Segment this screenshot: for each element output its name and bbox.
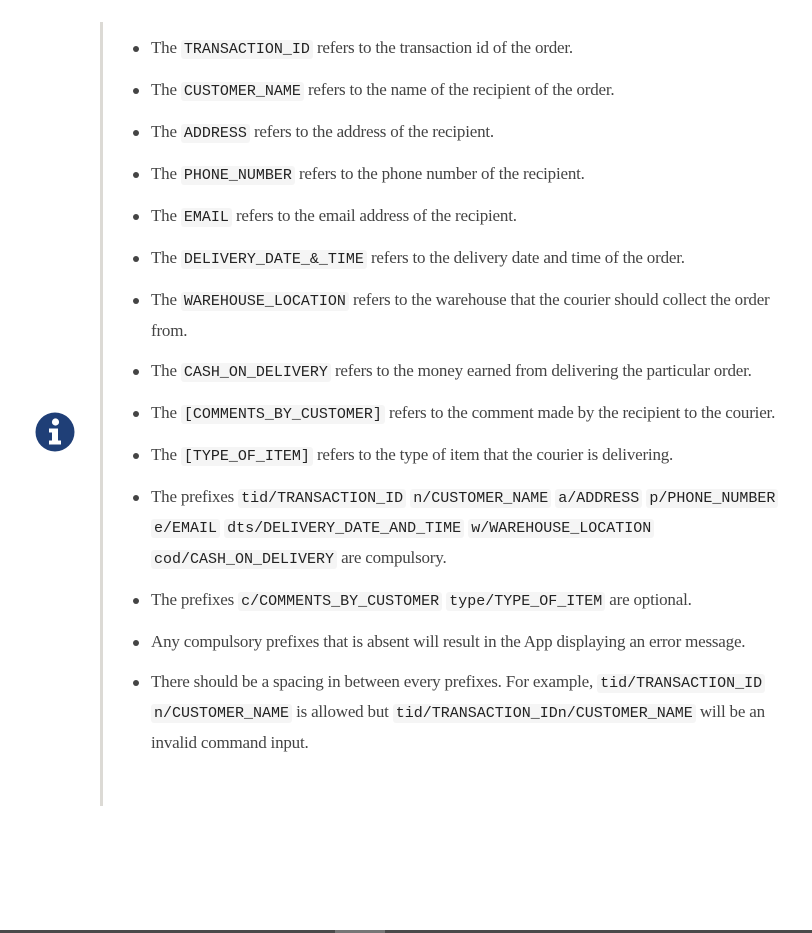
- list-item-text: There should be a spacing in between eve…: [151, 671, 598, 691]
- list-item-text: is allowed but: [292, 702, 393, 721]
- inline-code: TRANSACTION_ID: [180, 40, 313, 59]
- info-circle-icon: [35, 412, 75, 452]
- list-item-text: The: [151, 206, 181, 225]
- info-admonition: The TRANSACTION_ID refers to the transac…: [0, 22, 812, 806]
- inline-code: dts/DELIVERY_DATE_AND_TIME: [224, 519, 465, 538]
- list-item-text: refers to the name of the recipient of t…: [303, 80, 615, 99]
- list-item-text: refers to the transaction id of the orde…: [312, 38, 573, 57]
- list-item: The [TYPE_OF_ITEM] refers to the type of…: [133, 441, 803, 472]
- list-item-text: The prefixes: [151, 589, 239, 609]
- list-item: The PHONE_NUMBER refers to the phone num…: [133, 160, 803, 191]
- inline-code: PHONE_NUMBER: [180, 166, 295, 185]
- list-item-text: refers to the phone number of the recipi…: [294, 164, 585, 183]
- list-item-text: refers to the comment made by the recipi…: [384, 402, 776, 422]
- inline-code: tid/TRANSACTION_ID: [597, 673, 766, 693]
- inline-code: CASH_ON_DELIVERY: [180, 362, 331, 382]
- list-item: The prefixes c/COMMENTS_BY_CUSTOMER type…: [133, 586, 803, 617]
- list-item-text: refers to the type of item that the cour…: [312, 444, 674, 464]
- inline-code: [COMMENTS_BY_CUSTOMER]: [180, 404, 385, 424]
- list-item: The CUSTOMER_NAME refers to the name of …: [133, 76, 803, 107]
- inline-code: type/TYPE_OF_ITEM: [446, 591, 606, 611]
- admonition-border: [100, 22, 103, 806]
- list-item-text: The: [151, 80, 181, 99]
- list-item-text: refers to the email address of the recip…: [231, 206, 517, 225]
- list-item: The ADDRESS refers to the address of the…: [133, 118, 803, 149]
- list-item-text: The: [151, 360, 181, 380]
- list-item-text: refers to the address of the recipient.: [249, 122, 494, 141]
- list-item-text: The: [151, 402, 181, 422]
- list-item-text: The prefixes: [151, 486, 239, 506]
- inline-code: p/PHONE_NUMBER: [646, 488, 779, 508]
- inline-code: w/WAREHOUSE_LOCATION: [468, 519, 655, 538]
- list-item: The TRANSACTION_ID refers to the transac…: [133, 34, 803, 65]
- inline-code: c/COMMENTS_BY_CUSTOMER: [238, 591, 443, 611]
- list-item-text: are compulsory.: [337, 547, 447, 567]
- list-item: The CASH_ON_DELIVERY refers to the money…: [133, 357, 803, 388]
- list-item: There should be a spacing in between eve…: [133, 668, 803, 758]
- inline-code: n/CUSTOMER_NAME: [410, 488, 552, 508]
- list-item-text: refers to the money earned from deliveri…: [330, 360, 752, 380]
- inline-code: a/ADDRESS: [555, 488, 643, 508]
- inline-code: n/CUSTOMER_NAME: [151, 704, 293, 723]
- list-item-text: The: [151, 38, 181, 57]
- inline-code: EMAIL: [180, 208, 232, 227]
- list-item: The [COMMENTS_BY_CUSTOMER] refers to the…: [133, 399, 803, 430]
- list-item: The EMAIL refers to the email address of…: [133, 202, 803, 233]
- list-item-text: The: [151, 164, 181, 183]
- inline-code: CUSTOMER_NAME: [180, 82, 304, 101]
- list-item-text: are optional.: [605, 589, 692, 609]
- inline-code: e/EMAIL: [151, 519, 221, 538]
- inline-code: cod/CASH_ON_DELIVERY: [151, 549, 338, 569]
- list-item-text: The: [151, 122, 181, 141]
- list-item: The DELIVERY_DATE_&_TIME refers to the d…: [133, 244, 803, 275]
- list-item: The WAREHOUSE_LOCATION refers to the war…: [133, 286, 803, 345]
- list-item-text: The: [151, 444, 181, 464]
- inline-code: tid/TRANSACTION_ID: [238, 488, 407, 508]
- inline-code: [TYPE_OF_ITEM]: [180, 446, 313, 466]
- inline-code: WAREHOUSE_LOCATION: [180, 292, 349, 311]
- prefix-description-list: The TRANSACTION_ID refers to the transac…: [133, 34, 803, 769]
- inline-code: tid/TRANSACTION_IDn/CUSTOMER_NAME: [392, 704, 696, 723]
- list-item-text: refers to the delivery date and time of …: [366, 248, 685, 267]
- inline-code: ADDRESS: [180, 124, 250, 143]
- inline-code: DELIVERY_DATE_&_TIME: [180, 250, 367, 269]
- list-item-text: The: [151, 248, 181, 267]
- list-item-text: The: [151, 290, 181, 309]
- list-item: Any compulsory prefixes that is absent w…: [133, 628, 803, 657]
- list-item-text: Any compulsory prefixes that is absent w…: [151, 631, 746, 651]
- list-item: The prefixes tid/TRANSACTION_ID n/CUSTOM…: [133, 483, 803, 575]
